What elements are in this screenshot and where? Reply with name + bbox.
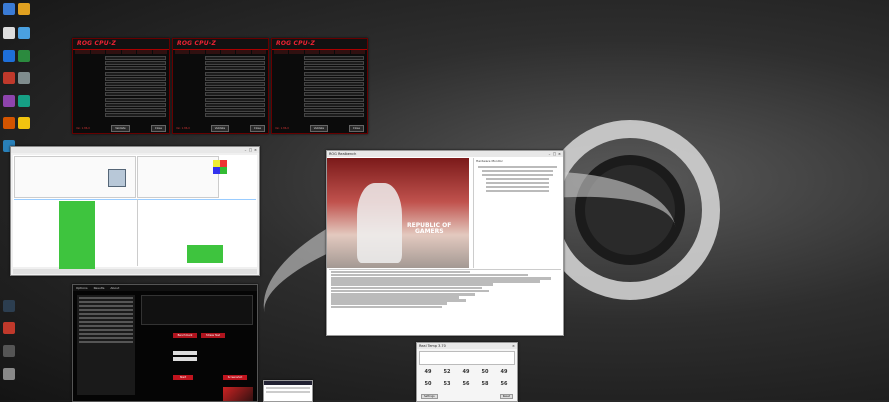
cpuz-validate-button[interactable]: Validate — [309, 125, 329, 132]
desktop-icon-app[interactable] — [18, 27, 30, 39]
log-output — [329, 269, 561, 333]
cpuz-tabs[interactable] — [75, 50, 167, 54]
cpuz-fields — [176, 56, 265, 123]
cpuz-close-button[interactable]: Close — [150, 125, 166, 132]
duration-field[interactable] — [173, 351, 197, 355]
cpuz-tabs[interactable] — [274, 50, 365, 54]
rog-logo — [223, 387, 253, 401]
desktop-icon-folder[interactable] — [18, 3, 30, 15]
sensor-load-column-2 — [187, 245, 223, 263]
tool-menubar[interactable]: Options Results About — [73, 285, 257, 291]
windows-logo-icon — [213, 160, 227, 174]
hardware-tree[interactable]: Hardware Monitor — [473, 158, 561, 268]
cpuz-titlebar[interactable]: ROG CPU-Z — [173, 39, 268, 50]
cpuz-window-3[interactable]: ROG CPU-Z Ver. 1.86.0 Validate Close — [271, 38, 368, 134]
core-dist-1: 50 — [424, 381, 432, 387]
close-icon[interactable]: × — [253, 147, 258, 153]
core-dist-2: 53 — [443, 381, 451, 387]
core-dist-5: 56 — [500, 381, 508, 387]
small-info-window[interactable] — [263, 380, 313, 402]
cpuz-fields — [275, 56, 364, 123]
hardware-tree-title: Hardware Monitor — [476, 159, 503, 163]
desktop-icon-recycle-bin[interactable] — [3, 27, 15, 39]
menu-options[interactable]: Options — [76, 285, 88, 291]
realbench-window[interactable]: ROG Realbench – □ × REPUBLIC OF GAMERS Har… — [326, 150, 564, 336]
screenshot-button[interactable]: Screenshot — [223, 375, 247, 380]
cpuz-window-1[interactable]: ROG CPU-Z Ver. 1.86.0 Validate Close — [72, 38, 170, 134]
core-list[interactable] — [77, 295, 135, 395]
core-temp-2: 52 — [443, 369, 451, 375]
desktop-icon-disk[interactable] — [3, 368, 15, 380]
desktop-icon-computer[interactable] — [3, 3, 15, 15]
rog-overlay-text: REPUBLIC OF GAMERS — [407, 222, 452, 235]
core-dist-3: 56 — [462, 381, 470, 387]
realbench-titlebar[interactable]: ROG Realbench – □ × — [327, 151, 563, 157]
cpu-info-box — [419, 351, 515, 365]
sensor-grid — [13, 155, 257, 271]
cpuz-tabs[interactable] — [175, 50, 266, 54]
cpuz-version: Ver. 1.86.0 — [176, 127, 190, 130]
desktop-icon-browser[interactable] — [3, 50, 15, 62]
core-temp-3: 49 — [462, 369, 470, 375]
sensor-load-column — [59, 201, 95, 271]
cpuz-titlebar[interactable]: ROG CPU-Z — [73, 39, 169, 50]
cpuz-titlebar[interactable]: ROG CPU-Z — [272, 39, 367, 50]
desktop-icon-driver[interactable] — [3, 345, 15, 357]
desktop-icon-utility[interactable] — [18, 72, 30, 84]
real-temp-window[interactable]: Real Temp 3.70 × 49 52 49 50 49 50 53 56… — [416, 342, 518, 402]
cpuz-version: Ver. 1.86.0 — [76, 127, 90, 130]
cpuz-version: Ver. 1.86.0 — [275, 127, 289, 130]
sensor-window[interactable]: – □ × — [10, 146, 260, 276]
cpu-chip-icon — [108, 169, 126, 187]
desktop-icon-notes[interactable] — [18, 117, 30, 129]
desktop-icon-steam[interactable] — [3, 300, 15, 312]
close-icon[interactable]: × — [511, 343, 516, 349]
sensor-statusbar — [13, 269, 257, 274]
reset-button[interactable]: Reset — [499, 394, 513, 399]
start-button[interactable]: Start — [173, 375, 193, 380]
desktop-icon-monitor[interactable] — [18, 95, 30, 107]
stress-tool-window[interactable]: Options Results About Benchmark Stress T… — [72, 284, 258, 402]
desktop-icon-game[interactable] — [3, 322, 15, 334]
stress-test-button[interactable]: Stress Test — [201, 333, 225, 338]
menu-about[interactable]: About — [110, 285, 119, 291]
core-temp-4: 50 — [481, 369, 489, 375]
cpuz-validate-button[interactable]: Validate — [111, 125, 130, 132]
render-preview: REPUBLIC OF GAMERS — [327, 158, 469, 268]
core-dist-4: 58 — [481, 381, 489, 387]
cpuz-fields — [76, 56, 166, 123]
settings-button[interactable]: Settings — [421, 394, 438, 399]
desktop-icon-rog[interactable] — [3, 72, 15, 84]
memory-field[interactable] — [173, 357, 197, 361]
system-info-panel — [141, 295, 253, 325]
cpuz-validate-button[interactable]: Validate — [210, 125, 230, 132]
realbench-title: ROG Realbench — [329, 152, 357, 156]
benchmark-button[interactable]: Benchmark — [173, 333, 197, 338]
cpuz-title: ROG CPU-Z — [77, 40, 117, 47]
desktop-icon-tool[interactable] — [18, 50, 30, 62]
cpuz-title: ROG CPU-Z — [177, 40, 217, 47]
core-temp-5: 49 — [500, 369, 508, 375]
desktop-icon-benchmark[interactable] — [3, 117, 15, 129]
cpuz-title: ROG CPU-Z — [276, 40, 316, 47]
cpuz-close-button[interactable]: Close — [348, 125, 364, 132]
real-temp-title: Real Temp 3.70 — [419, 344, 446, 348]
close-icon[interactable]: × — [557, 151, 562, 157]
sensor-titlebar[interactable]: – □ × — [11, 147, 259, 153]
real-temp-titlebar[interactable]: Real Temp 3.70 × — [417, 343, 517, 349]
menu-results[interactable]: Results — [94, 285, 105, 291]
cpuz-close-button[interactable]: Close — [249, 125, 265, 132]
desktop-icon-media[interactable] — [3, 95, 15, 107]
cpuz-window-2[interactable]: ROG CPU-Z Ver. 1.86.0 Validate Close — [172, 38, 269, 134]
core-temp-1: 49 — [424, 369, 432, 375]
